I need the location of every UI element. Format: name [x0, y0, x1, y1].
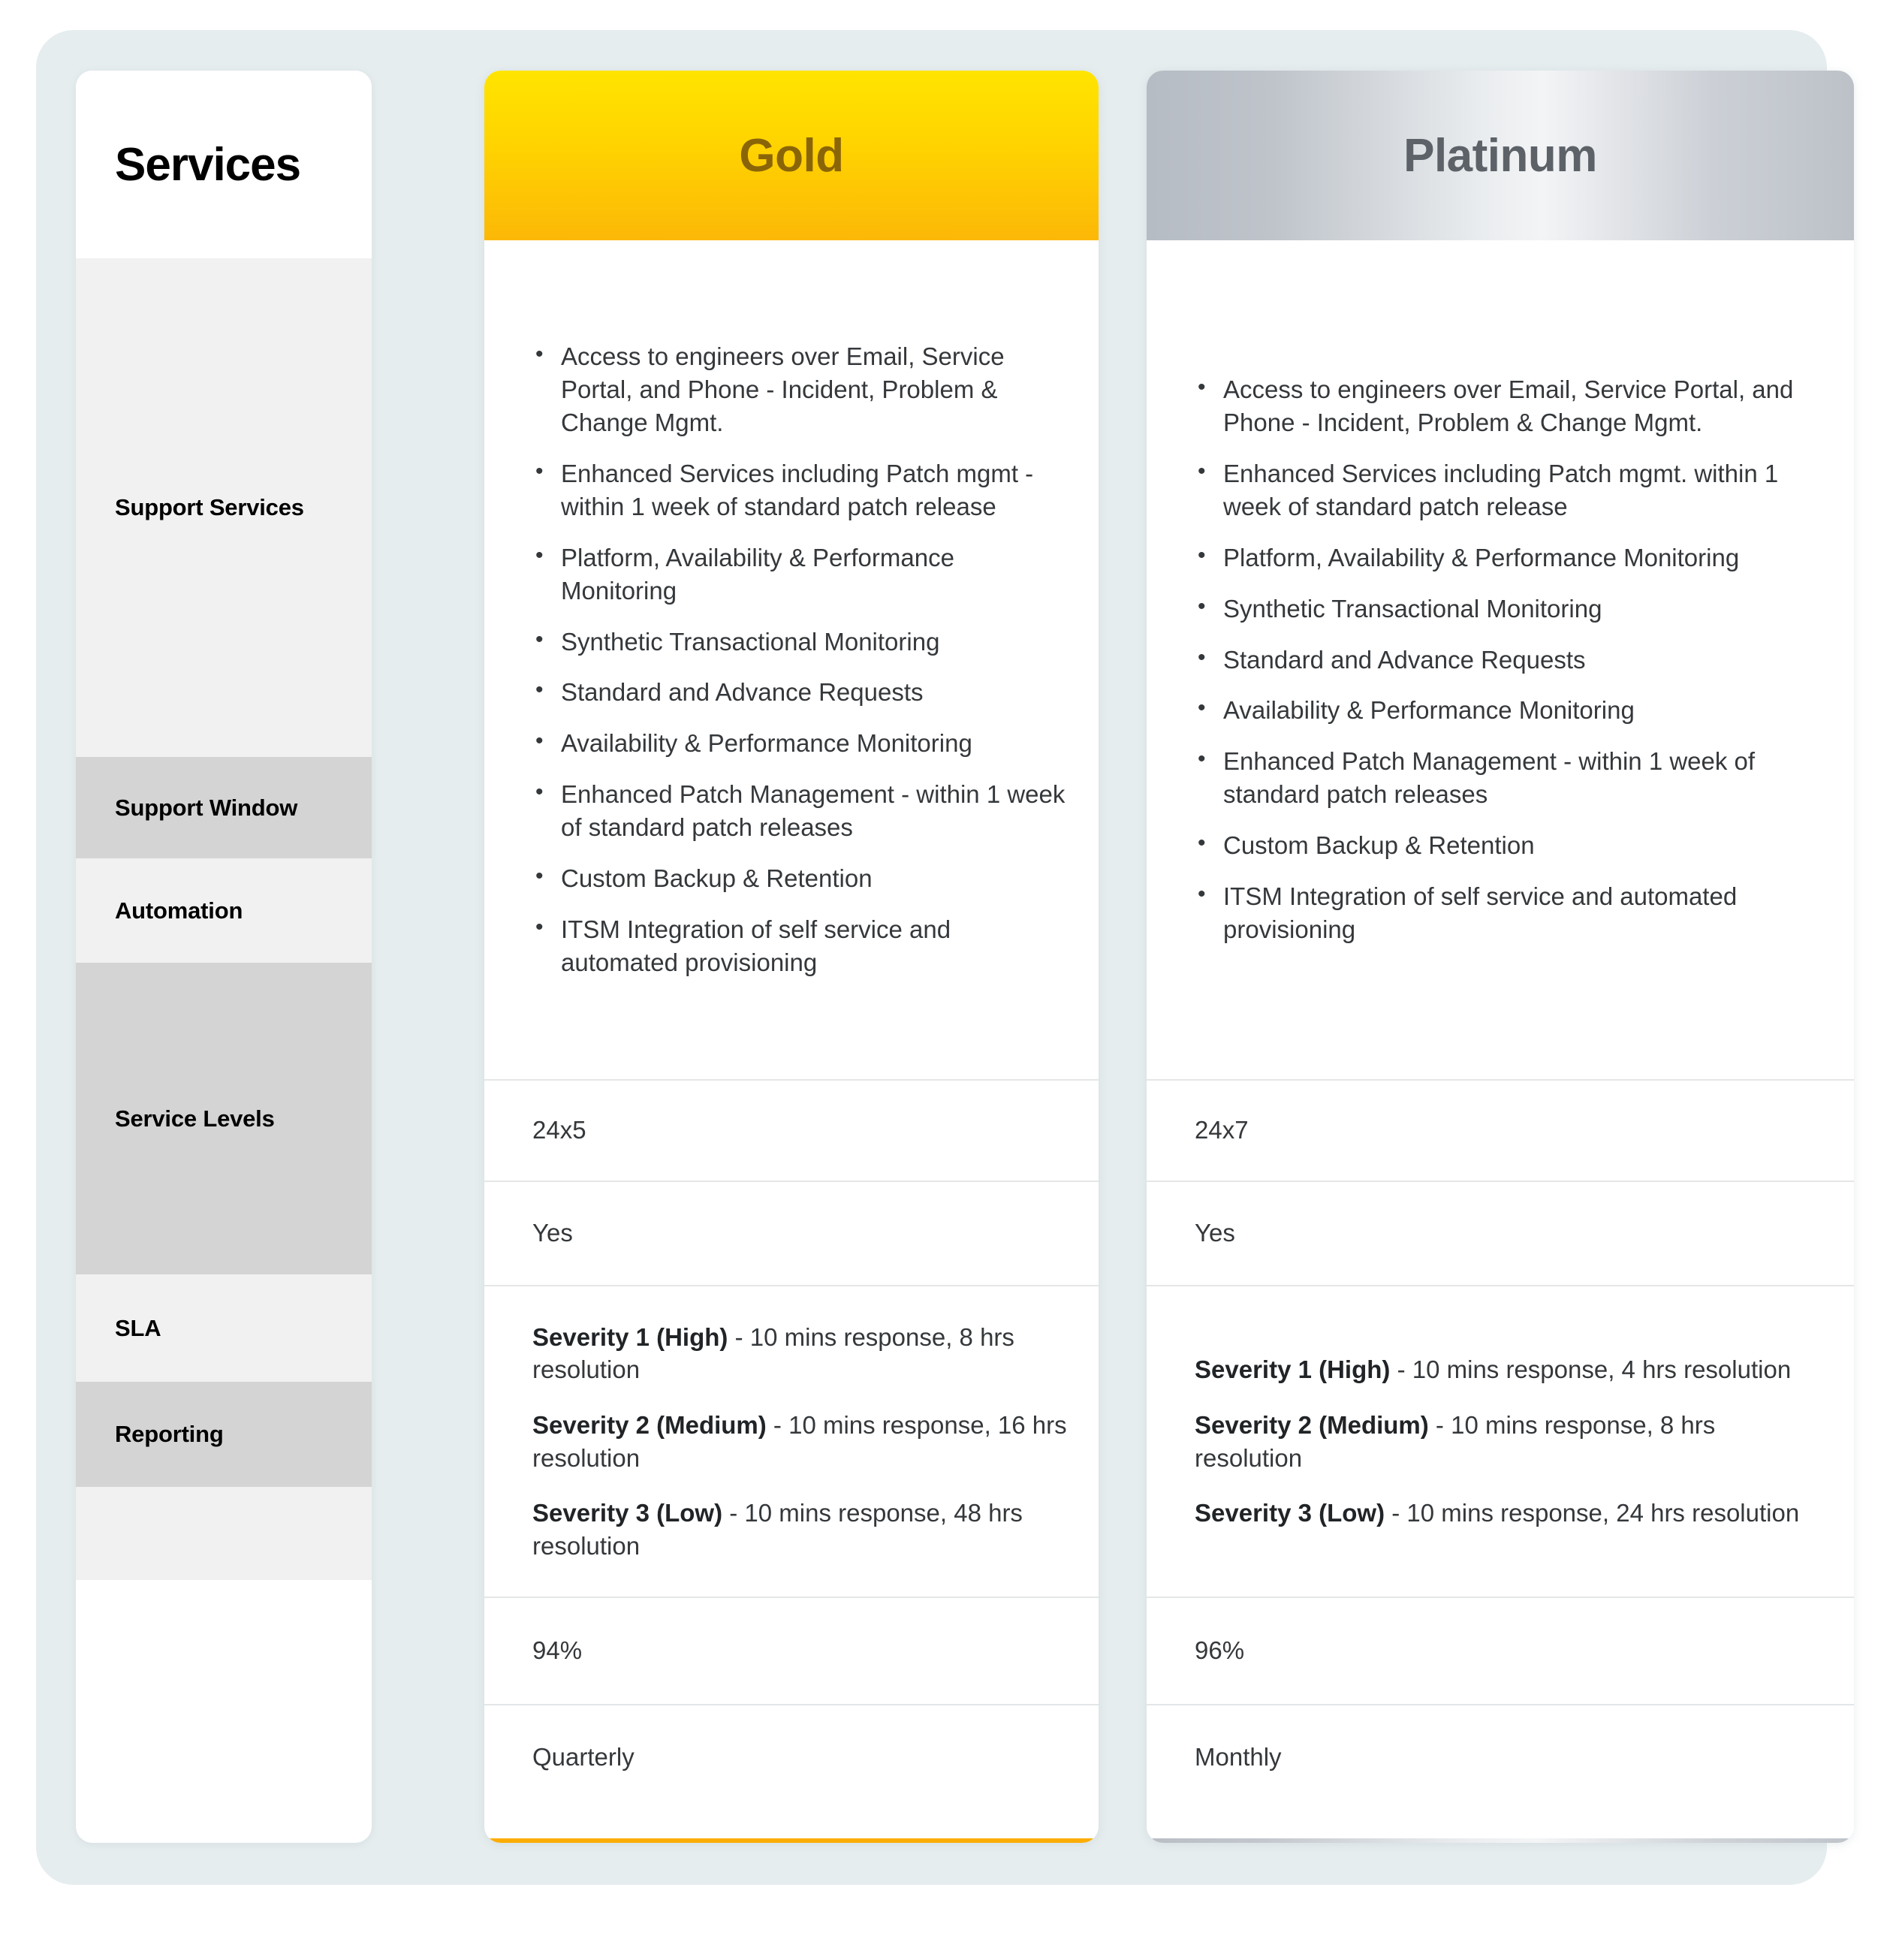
platinum-support-window-cell: 24x7: [1147, 1079, 1854, 1181]
list-item: Synthetic Transactional Monitoring: [1195, 592, 1824, 626]
list-item: Availability & Performance Monitoring: [1195, 693, 1824, 727]
services-header: Services: [76, 71, 372, 258]
gold-service-levels-cell: Severity 1 (High) - 10 mins response, 8 …: [484, 1285, 1099, 1597]
platinum-header: Platinum: [1147, 71, 1854, 240]
platinum-column[interactable]: Platinum Access to engineers over Email,…: [1147, 71, 1854, 1843]
severity-1-detail: - 10 mins response, 4 hrs resolution: [1390, 1355, 1792, 1384]
row-label-support-window: Support Window: [76, 757, 372, 858]
page-title: Services: [115, 138, 301, 191]
list-item: Enhanced Services including Patch mgmt. …: [1195, 457, 1824, 523]
severity-2-line: Severity 2 (Medium) - 10 mins response, …: [1195, 1409, 1824, 1474]
platinum-sla-cell: 96%: [1147, 1597, 1854, 1704]
list-item: Platform, Availability & Performance Mon…: [1195, 541, 1824, 574]
services-column: Services Support Services Support Window…: [76, 71, 372, 1843]
list-item: Synthetic Transactional Monitoring: [532, 625, 1069, 659]
severity-1-line: Severity 1 (High) - 10 mins response, 8 …: [532, 1321, 1069, 1386]
row-label-reporting: Reporting: [76, 1382, 372, 1487]
platinum-title: Platinum: [1403, 129, 1597, 182]
gold-automation-cell: Yes: [484, 1181, 1099, 1285]
list-item: Custom Backup & Retention: [1195, 828, 1824, 862]
gold-footer-bar: [484, 1838, 1099, 1843]
row-label-automation: Automation: [76, 858, 372, 963]
row-label-footer-spacer: [76, 1487, 372, 1580]
platinum-reporting-cell: Monthly: [1147, 1704, 1854, 1809]
row-label-sla: SLA: [76, 1274, 372, 1382]
severity-3-line: Severity 3 (Low) - 10 mins response, 24 …: [1195, 1497, 1824, 1530]
platinum-footer-bar: [1147, 1838, 1854, 1843]
list-item: Enhanced Patch Management - within 1 wee…: [532, 777, 1069, 844]
severity-2-line: Severity 2 (Medium) - 10 mins response, …: [532, 1409, 1069, 1474]
list-item: ITSM Integration of self service and aut…: [532, 912, 1069, 979]
platinum-service-levels-cell: Severity 1 (High) - 10 mins response, 4 …: [1147, 1285, 1854, 1597]
list-item: Access to engineers over Email, Service …: [532, 339, 1069, 439]
list-item: Platform, Availability & Performance Mon…: [532, 541, 1069, 608]
gold-support-window-cell: 24x5: [484, 1079, 1099, 1181]
severity-1-line: Severity 1 (High) - 10 mins response, 4 …: [1195, 1353, 1824, 1386]
gold-support-services-list: Access to engineers over Email, Service …: [532, 339, 1069, 979]
comparison-panel: Services Support Services Support Window…: [36, 30, 1854, 1885]
list-item: Standard and Advance Requests: [532, 675, 1069, 709]
row-label-service-levels: Service Levels: [76, 963, 372, 1274]
severity-3-label: Severity 3 (Low): [532, 1499, 723, 1527]
platinum-automation-cell: Yes: [1147, 1181, 1854, 1285]
platinum-bottom-spacer: [1147, 1809, 1854, 1838]
gold-sla-cell: 94%: [484, 1597, 1099, 1704]
list-item: Enhanced Patch Management - within 1 wee…: [1195, 744, 1824, 811]
gold-bottom-spacer: [484, 1809, 1099, 1838]
platinum-support-services-list: Access to engineers over Email, Service …: [1195, 372, 1824, 946]
gold-title: Gold: [739, 129, 844, 182]
severity-3-detail: - 10 mins response, 24 hrs resolution: [1385, 1499, 1800, 1527]
gold-header: Gold: [484, 71, 1099, 240]
list-item: Custom Backup & Retention: [532, 861, 1069, 895]
list-item: ITSM Integration of self service and aut…: [1195, 879, 1824, 946]
list-item: Enhanced Services including Patch mgmt -…: [532, 457, 1069, 523]
severity-3-line: Severity 3 (Low) - 10 mins response, 48 …: [532, 1497, 1069, 1562]
platinum-support-services-cell: Access to engineers over Email, Service …: [1147, 240, 1854, 1079]
list-item: Standard and Advance Requests: [1195, 643, 1824, 677]
severity-3-label: Severity 3 (Low): [1195, 1499, 1385, 1527]
severity-2-label: Severity 2 (Medium): [1195, 1410, 1429, 1439]
gold-support-services-cell: Access to engineers over Email, Service …: [484, 240, 1099, 1079]
severity-1-label: Severity 1 (High): [1195, 1355, 1391, 1384]
severity-1-label: Severity 1 (High): [532, 1322, 728, 1351]
gold-column[interactable]: Gold Access to engineers over Email, Ser…: [484, 71, 1099, 1843]
row-label-support-services: Support Services: [76, 258, 372, 757]
list-item: Availability & Performance Monitoring: [532, 726, 1069, 760]
list-item: Access to engineers over Email, Service …: [1195, 372, 1824, 439]
severity-2-label: Severity 2 (Medium): [532, 1410, 767, 1439]
gold-reporting-cell: Quarterly: [484, 1704, 1099, 1809]
